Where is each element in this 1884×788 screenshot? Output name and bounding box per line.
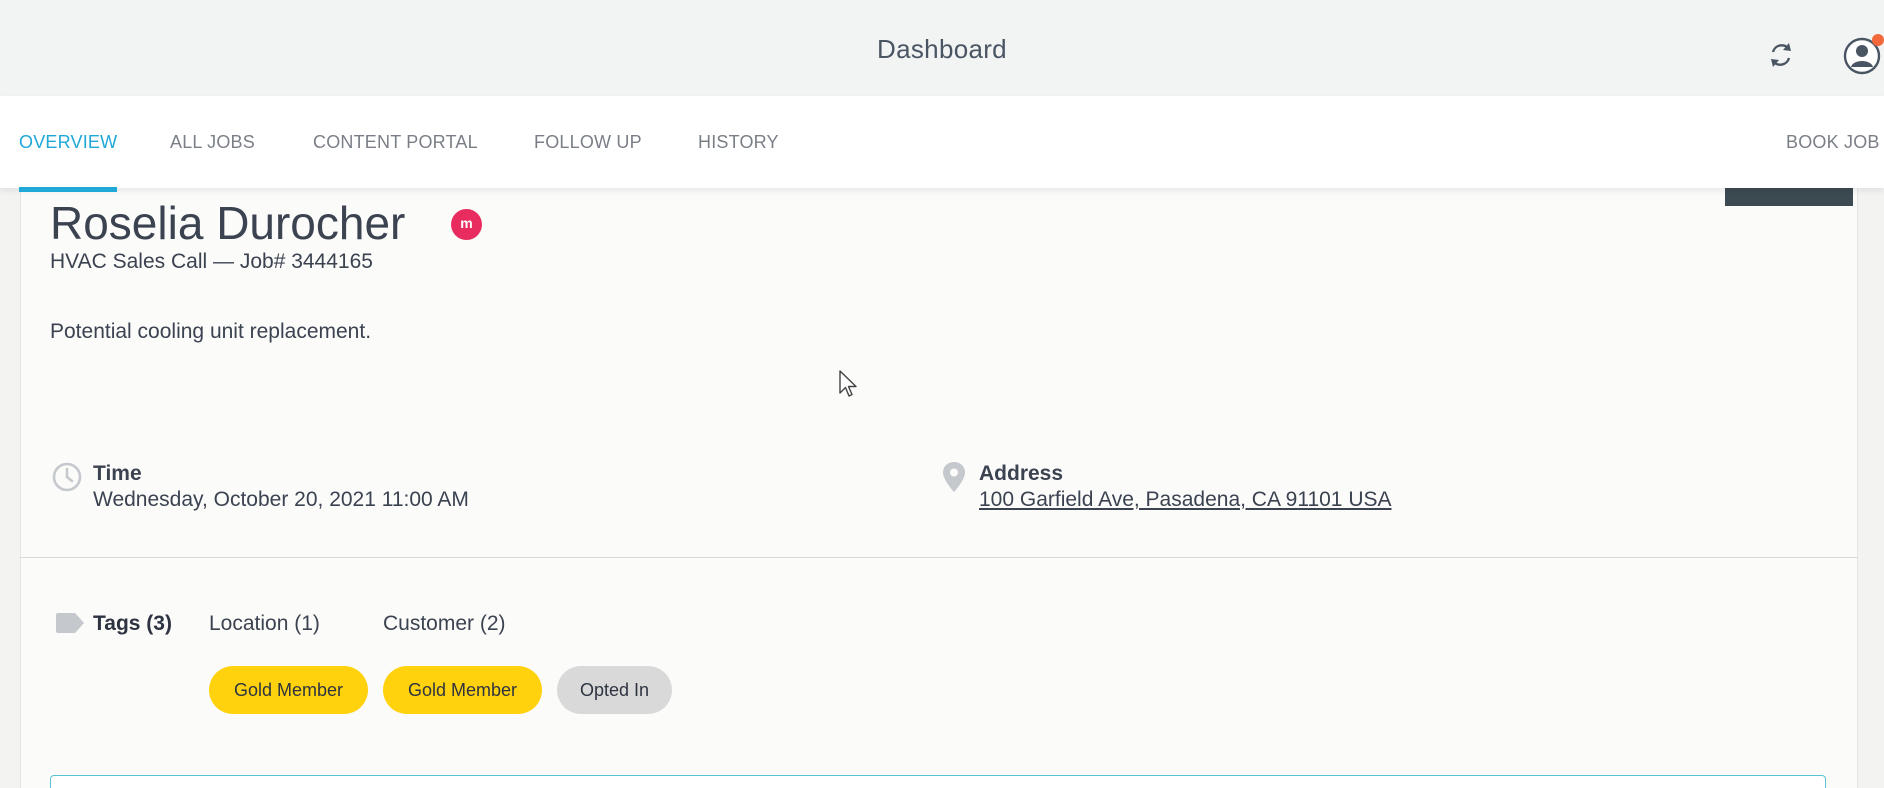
- tab-content-portal[interactable]: CONTENT PORTAL: [313, 96, 478, 188]
- tab-follow-up[interactable]: FOLLOW UP: [534, 96, 642, 188]
- customer-name: Roselia Durocher: [50, 197, 406, 249]
- sync-icon[interactable]: [1764, 38, 1798, 72]
- tag-icon: [56, 613, 84, 633]
- user-avatar-button[interactable]: [1842, 34, 1884, 76]
- nav-bar: OVERVIEW ALL JOBS CONTENT PORTAL FOLLOW …: [0, 96, 1884, 192]
- tab-overview[interactable]: OVERVIEW: [19, 96, 118, 192]
- book-job-button[interactable]: BOOK JOB: [1786, 96, 1880, 188]
- member-badge: m: [451, 209, 482, 240]
- address-link[interactable]: 100 Garfield Ave, Pasadena, CA 91101 USA: [979, 488, 1392, 512]
- clock-icon: [52, 462, 82, 492]
- customer-tags-tab[interactable]: Customer (2): [383, 612, 506, 636]
- job-type-number: HVAC Sales Call — Job# 3444165: [50, 250, 373, 273]
- tab-all-jobs[interactable]: ALL JOBS: [170, 96, 255, 188]
- notification-dot: [1872, 34, 1884, 46]
- notes-input-box[interactable]: [50, 775, 1826, 788]
- job-description: Potential cooling unit replacement.: [50, 320, 372, 343]
- map-pin-icon: [943, 462, 965, 492]
- tag-chip: Gold Member: [209, 666, 368, 714]
- page-title: Dashboard: [877, 34, 1007, 64]
- address-label: Address: [979, 462, 1064, 485]
- app-header: Dashboard: [0, 0, 1884, 96]
- tags-tab[interactable]: Tags (3): [93, 612, 172, 636]
- time-label: Time: [93, 462, 142, 485]
- tag-chip: Opted In: [557, 666, 672, 714]
- section-divider: [20, 557, 1858, 558]
- location-tags-tab[interactable]: Location (1): [209, 612, 320, 636]
- mouse-cursor-icon: [839, 370, 857, 397]
- tab-history[interactable]: HISTORY: [698, 96, 779, 188]
- time-value: Wednesday, October 20, 2021 11:00 AM: [93, 488, 469, 511]
- tag-chip: Gold Member: [383, 666, 542, 714]
